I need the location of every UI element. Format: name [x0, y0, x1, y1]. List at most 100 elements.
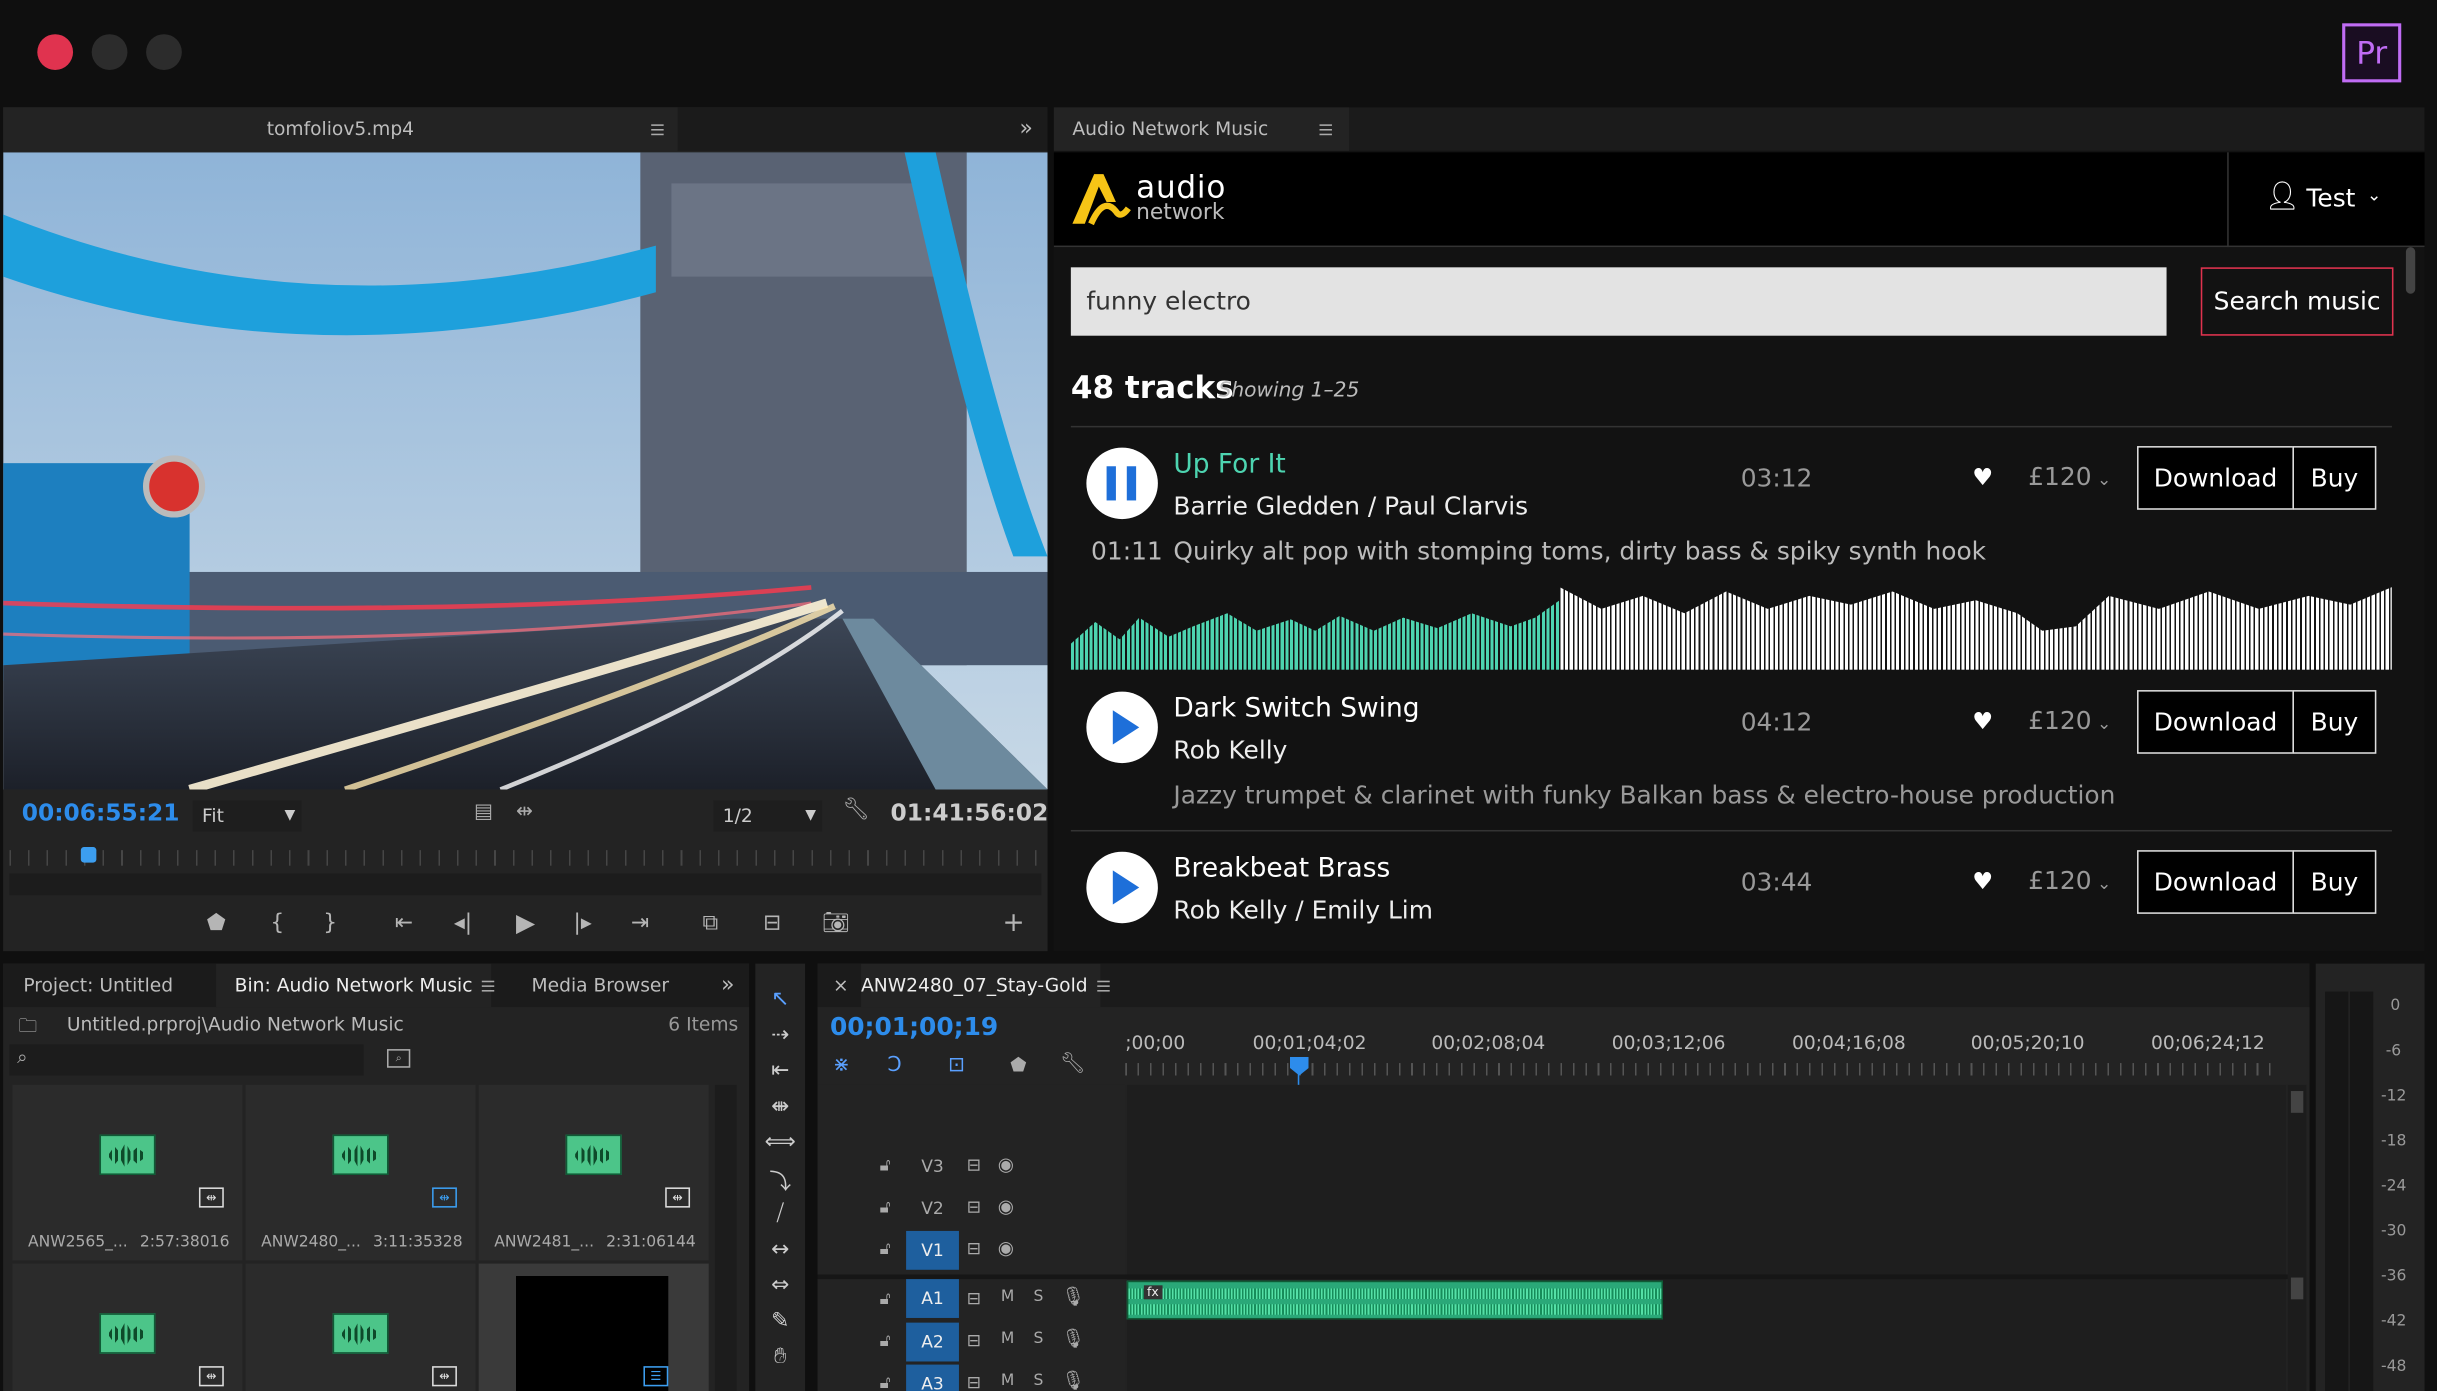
waveform[interactable] — [1070, 583, 2392, 670]
eye-icon[interactable]: ◉ — [998, 1153, 1014, 1175]
sync-lock-icon[interactable]: ⊟ — [967, 1372, 981, 1391]
source-tab[interactable]: tomfoliov5.mp4 — [3, 107, 678, 151]
eye-icon[interactable]: ◉ — [998, 1237, 1014, 1259]
download-button[interactable]: Download — [2137, 850, 2294, 914]
zoom-scrollbar[interactable] — [9, 873, 1042, 896]
microphone-icon[interactable]: 🎙︎ — [1062, 1285, 1086, 1307]
solo-button[interactable]: S — [1034, 1372, 1044, 1389]
track-target-v1[interactable]: V1 — [906, 1230, 959, 1270]
buy-button[interactable]: Buy — [2292, 850, 2377, 914]
resolution-select[interactable]: 1/2 ▼ — [713, 800, 823, 832]
project-item[interactable]: ⇹ — [12, 1263, 243, 1391]
current-timecode[interactable]: 00:06:55:21 — [22, 799, 180, 827]
microphone-icon[interactable]: 🎙︎ — [1062, 1369, 1086, 1391]
project-item[interactable]: ⇹ ANW2481_... 2:31:06144 — [478, 1084, 709, 1261]
wrench-icon[interactable]: 🔧︎ — [842, 797, 870, 822]
sync-lock-icon[interactable]: ⊟ — [967, 1239, 981, 1259]
track-title[interactable]: Dark Switch Swing — [1173, 693, 1419, 724]
hand-tool-icon[interactable]: ✎ — [765, 1309, 796, 1337]
step-back-button[interactable]: ◂| — [454, 911, 472, 936]
lock-icon[interactable]: 🔓︎ — [880, 1197, 891, 1219]
lock-icon[interactable]: 🔓︎ — [880, 1330, 891, 1352]
search-input[interactable]: funny electro — [1070, 267, 2167, 336]
linked-selection-icon[interactable]: Ↄ — [887, 1054, 901, 1077]
audio-network-tab[interactable]: Audio Network Music — [1053, 107, 1350, 151]
go-to-in-button[interactable]: ⇤ — [395, 911, 413, 936]
slide-tool-icon[interactable]: ↔ — [765, 1237, 796, 1265]
time-ruler[interactable] — [9, 850, 1042, 866]
project-item[interactable]: ⇹ ANW2480_... 3:11:35328 — [245, 1084, 476, 1261]
trim-icon[interactable]: ⇹ — [516, 800, 533, 823]
user-menu[interactable]: 👤︎ Test ⌄ — [2227, 152, 2424, 248]
close-button[interactable] — [37, 34, 74, 70]
project-item[interactable]: ⇹ — [245, 1263, 476, 1391]
sync-lock-icon[interactable]: ⊟ — [967, 1155, 981, 1175]
mark-in-button[interactable]: { — [270, 911, 284, 936]
audio-clip[interactable]: fx — [1126, 1280, 1663, 1320]
solo-button[interactable]: S — [1034, 1288, 1044, 1305]
go-to-out-button[interactable]: ⇥ — [631, 911, 649, 936]
panel-menu-icon[interactable] — [651, 124, 664, 136]
buy-button[interactable]: Buy — [2292, 690, 2377, 754]
panel-menu-icon[interactable] — [1319, 124, 1332, 136]
razor-tool-icon[interactable]: ⤵ — [765, 1166, 796, 1195]
rolling-edit-tool-icon[interactable]: ⇼ — [765, 1094, 796, 1122]
play-button[interactable]: ▶ — [516, 908, 535, 938]
add-marker-icon[interactable]: ⊡ — [948, 1054, 965, 1077]
sync-lock-icon[interactable]: ⊟ — [967, 1288, 981, 1308]
ripple-edit-tool-icon[interactable]: ⇤ — [765, 1058, 796, 1086]
track-target-v2[interactable]: V2 — [906, 1189, 959, 1228]
solo-button[interactable]: S — [1034, 1330, 1044, 1347]
lock-icon[interactable]: 🔓︎ — [880, 1372, 891, 1391]
expand-panels-icon[interactable]: » — [1020, 107, 1033, 151]
project-item-sequence[interactable]: ☰ — [478, 1263, 709, 1391]
project-item[interactable]: ⇹ ANW2565_... 2:57:38016 — [12, 1084, 243, 1261]
download-button[interactable]: Download — [2137, 446, 2294, 510]
slip-tool-icon[interactable]: ⧸ — [765, 1201, 796, 1229]
track-artist[interactable]: Barrie Gledden / Paul Clarvis — [1173, 491, 1528, 521]
track-target-a1[interactable]: A1 — [906, 1279, 959, 1318]
close-icon[interactable]: × — [833, 964, 849, 1008]
pause-button[interactable] — [1086, 447, 1158, 520]
mute-button[interactable]: M — [1001, 1372, 1014, 1389]
vertical-scrollbar[interactable] — [2287, 1084, 2307, 1391]
vertical-scrollbar[interactable] — [714, 1084, 737, 1391]
insert-button[interactable]: ⧉ — [702, 911, 718, 936]
overwrite-button[interactable]: ⊟ — [763, 911, 781, 936]
wrench-icon[interactable]: 🔧︎ — [1060, 1052, 1086, 1075]
tab-bin[interactable]: Bin: Audio Network Music — [216, 963, 492, 1008]
track-select-tool-icon[interactable]: ⇢ — [765, 1023, 796, 1051]
lock-icon[interactable]: 🔓︎ — [880, 1155, 891, 1177]
track-title[interactable]: Breakbeat Brass — [1173, 853, 1390, 884]
search-input[interactable]: ⌕ — [9, 1044, 364, 1076]
scrollbar[interactable] — [2405, 247, 2416, 294]
sync-lock-icon[interactable]: ⊟ — [967, 1330, 981, 1350]
minimize-button[interactable] — [91, 34, 128, 70]
buy-button[interactable]: Buy — [2292, 446, 2377, 510]
play-button[interactable] — [1086, 851, 1158, 924]
sequence-tab[interactable]: ANW2480_07_Stay-Gold — [861, 963, 1101, 1008]
price-select[interactable]: £120 ⌄ — [2028, 462, 2111, 492]
zoom-tool-icon[interactable]: ✋︎ — [765, 1344, 796, 1372]
add-marker-button[interactable]: ⬟ — [207, 911, 226, 936]
zoom-button[interactable] — [146, 34, 182, 70]
step-forward-button[interactable]: |▸ — [573, 911, 591, 936]
zoom-select[interactable]: Fit ▼ — [192, 800, 302, 832]
selection-tool-icon[interactable]: ↖ — [765, 987, 796, 1015]
mute-button[interactable]: M — [1001, 1288, 1014, 1305]
tab-project[interactable]: Project: Untitled — [23, 964, 173, 1008]
track-target-v3[interactable]: V3 — [906, 1147, 959, 1186]
heart-icon[interactable]: ♥ — [1972, 463, 1993, 491]
lock-icon[interactable]: 🔓︎ — [880, 1288, 891, 1310]
tab-media-browser[interactable]: Media Browser — [532, 964, 670, 1008]
export-frame-settings-icon[interactable]: ▤ — [474, 800, 493, 823]
playhead-marker[interactable] — [81, 847, 98, 863]
track-target-a3[interactable]: A3 — [906, 1364, 959, 1391]
expand-panels-icon[interactable]: » — [721, 964, 734, 1008]
eye-icon[interactable]: ◉ — [998, 1195, 1014, 1217]
panel-menu-icon[interactable] — [1097, 980, 1110, 992]
pen-tool-icon[interactable]: ⇔ — [765, 1273, 796, 1301]
panel-menu-icon[interactable] — [481, 980, 495, 992]
add-button[interactable]: + — [1002, 908, 1024, 939]
microphone-icon[interactable]: 🎙︎ — [1062, 1327, 1086, 1349]
